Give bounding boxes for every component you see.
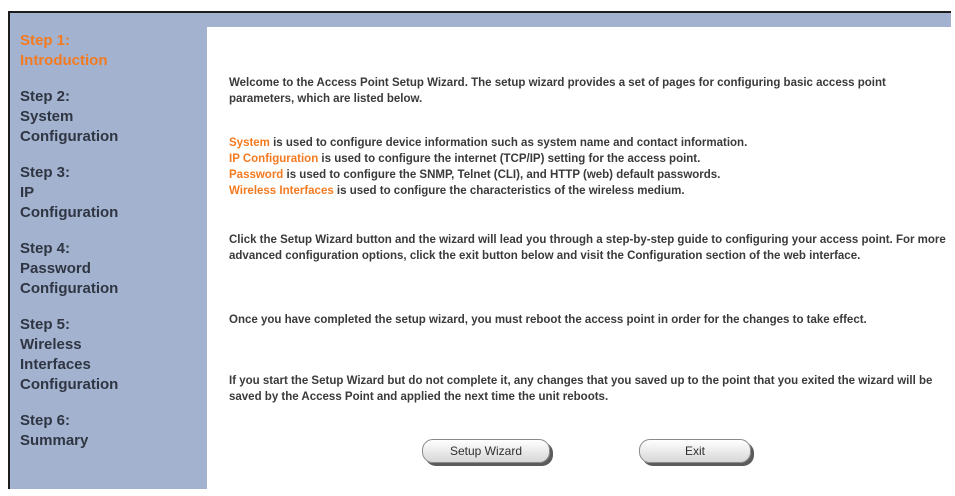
- parameter-item-system: System is used to configure device infor…: [229, 137, 747, 149]
- keyword-ip-configuration: IP Configuration: [229, 153, 319, 165]
- step-1-introduction[interactable]: Step 1: Introduction: [20, 31, 206, 71]
- step-1-title: Introduction: [20, 52, 108, 69]
- wizard-steps-sidebar: Step 1: Introduction Step 2: System Conf…: [10, 13, 206, 489]
- step-5-label: Step 5:: [20, 316, 71, 333]
- reboot-notice: Once you have completed the setup wizard…: [229, 314, 867, 326]
- parameter-item-wireless-interfaces: Wireless Interfaces is used to configure…: [229, 185, 685, 197]
- step-6-title: Summary: [20, 432, 89, 449]
- step-4-title-line-2: Configuration: [20, 280, 119, 297]
- wizard-content-panel: Welcome to the Access Point Setup Wizard…: [207, 27, 951, 489]
- parameter-list: System is used to configure device infor…: [229, 135, 949, 199]
- parameter-item-password: Password is used to configure the SNMP, …: [229, 169, 720, 181]
- step-6-summary[interactable]: Step 6: Summary: [20, 411, 206, 451]
- step-3-label: Step 3:: [20, 164, 71, 181]
- step-5-title-line-2: Interfaces: [20, 356, 91, 373]
- description-system: is used to configure device information …: [269, 137, 748, 149]
- setup-wizard-button[interactable]: Setup Wizard: [422, 439, 550, 463]
- step-3-ip-configuration[interactable]: Step 3: IP Configuration: [20, 163, 206, 223]
- description-wireless-interfaces: is used to configure the characteristics…: [333, 185, 685, 197]
- step-2-title-line-2: Configuration: [20, 128, 119, 145]
- guide-text: Click the Setup Wizard button and the wi…: [229, 234, 946, 262]
- step-2-label: Step 2:: [20, 88, 71, 105]
- incomplete-wizard-notice: If you start the Setup Wizard but do not…: [229, 375, 933, 403]
- step-5-wireless-interfaces-configuration[interactable]: Step 5: Wireless Interfaces Configuratio…: [20, 315, 206, 395]
- step-1-label: Step 1:: [20, 32, 71, 49]
- intro-text: Welcome to the Access Point Setup Wizard…: [229, 77, 886, 105]
- parameter-item-ip-configuration: IP Configuration is used to configure th…: [229, 153, 700, 165]
- wizard-frame: Step 1: Introduction Step 2: System Conf…: [8, 11, 951, 489]
- description-ip-configuration: is used to configure the internet (TCP/I…: [318, 153, 701, 165]
- step-4-title-line-1: Password: [20, 260, 91, 277]
- step-5-title-line-3: Configuration: [20, 376, 119, 393]
- step-4-password-configuration[interactable]: Step 4: Password Configuration: [20, 239, 206, 299]
- keyword-password: Password: [229, 169, 284, 181]
- step-2-title-line-1: System: [20, 108, 74, 125]
- step-4-label: Step 4:: [20, 240, 71, 257]
- step-5-title-line-1: Wireless: [20, 336, 82, 353]
- keyword-wireless-interfaces: Wireless Interfaces: [229, 185, 334, 197]
- keyword-system: System: [229, 137, 270, 149]
- step-3-title-line-2: Configuration: [20, 204, 119, 221]
- step-2-system-configuration[interactable]: Step 2: System Configuration: [20, 87, 206, 147]
- description-password: is used to configure the SNMP, Telnet (C…: [283, 169, 721, 181]
- step-3-title-line-1: IP: [20, 184, 35, 201]
- exit-button[interactable]: Exit: [639, 439, 751, 463]
- step-6-label: Step 6:: [20, 412, 71, 429]
